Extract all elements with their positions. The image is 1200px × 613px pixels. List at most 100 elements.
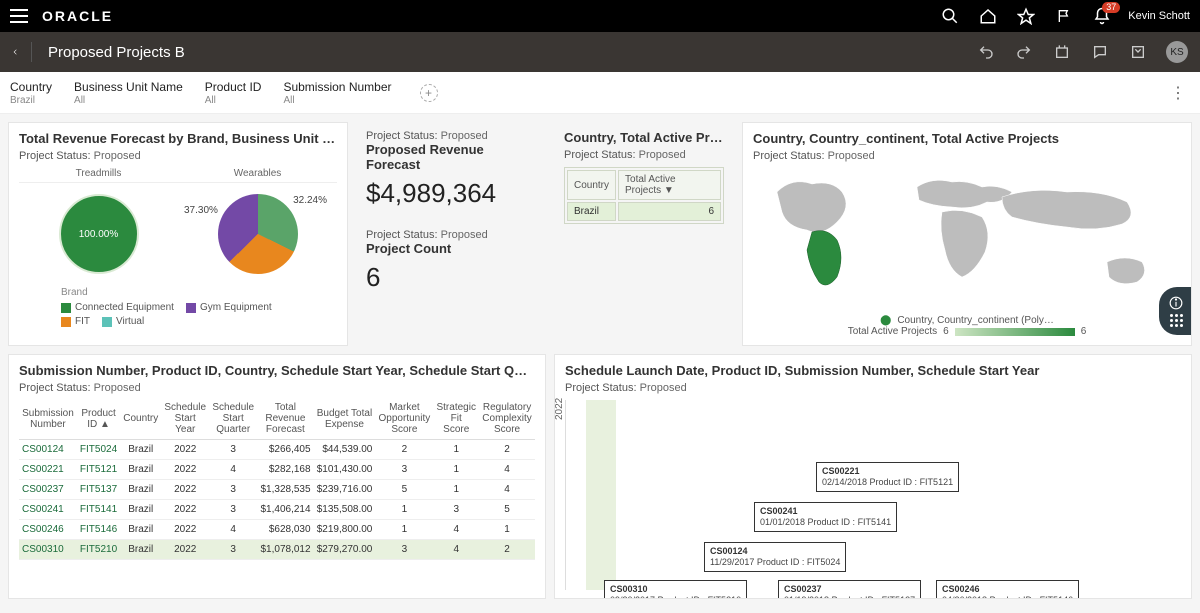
filter-label: Country — [10, 80, 52, 94]
table-row[interactable]: CS00241FIT5141Brazil20223$1,406,214$135,… — [19, 500, 535, 520]
table-cell: 5 — [375, 480, 433, 500]
table-cell: 1 — [433, 460, 479, 480]
table-cell: 2022 — [161, 540, 209, 560]
table-cell: 3 — [375, 540, 433, 560]
table-cell: 2022 — [161, 520, 209, 540]
comment-icon[interactable] — [1090, 42, 1110, 62]
username-label[interactable]: Kevin Schott — [1128, 10, 1190, 22]
kebab-menu-icon[interactable]: ⋮ — [1170, 83, 1186, 103]
project-status: Project Status: Proposed — [565, 382, 1181, 394]
table-cell: $266,405 — [257, 440, 313, 460]
legend-title: Brand — [61, 287, 337, 298]
data-table-card: Submission Number, Product ID, Country, … — [8, 354, 546, 599]
redo-icon[interactable] — [1014, 42, 1034, 62]
table-cell: 1 — [433, 480, 479, 500]
table-row[interactable]: CS00246FIT5146Brazil20224$628,030$219,80… — [19, 520, 535, 540]
table-cell: 4 — [479, 460, 535, 480]
pie-slice-label: 37.30% — [184, 205, 218, 216]
gantt-task-box[interactable]: CS0022102/14/2018 Product ID : FIT5121 — [816, 462, 959, 492]
table-header[interactable]: Schedule Start Quarter — [209, 398, 257, 440]
table-row[interactable]: CS00237FIT5137Brazil20223$1,328,535$239,… — [19, 480, 535, 500]
legend-item: Virtual — [102, 316, 144, 327]
table-cell: $101,430.00 — [314, 460, 376, 480]
present-icon[interactable] — [1128, 42, 1148, 62]
page-header: Proposed Projects B KS — [0, 32, 1200, 72]
gantt-task-box[interactable]: CS0023701/19/2018 Product ID : FIT5137 — [778, 580, 921, 599]
gantt-task-box[interactable]: CS0012411/29/2017 Product ID : FIT5024 — [704, 542, 846, 572]
gantt-year-label: 2022 — [554, 398, 565, 420]
flag-icon[interactable] — [1054, 6, 1074, 26]
table-header[interactable]: Country — [120, 398, 161, 440]
gantt-task-box[interactable]: CS0031009/30/2017 Product ID : FIT5210 — [604, 580, 747, 599]
map-legend-scale: Total Active Projects 6 6 — [753, 326, 1181, 337]
search-icon[interactable] — [940, 6, 960, 26]
table-header[interactable]: Market Opportunity Score — [375, 398, 433, 440]
table-cell: 3 — [209, 440, 257, 460]
table-cell: FIT5141 — [77, 500, 120, 520]
table-header[interactable]: Total Revenue Forecast — [257, 398, 313, 440]
table-cell: $219,800.00 — [314, 520, 376, 540]
undo-icon[interactable] — [976, 42, 996, 62]
table-cell[interactable]: 6 — [618, 202, 721, 221]
card-title: Country, Country_continent, Total Active… — [753, 131, 1181, 146]
table-cell: FIT5137 — [77, 480, 120, 500]
active-projects-table[interactable]: CountryTotal Active Projects ▼ Brazil6 — [564, 167, 724, 224]
gantt-task-box[interactable]: CS0024101/01/2018 Product ID : FIT5141 — [754, 502, 897, 532]
star-icon[interactable] — [1016, 6, 1036, 26]
info-floating-button[interactable] — [1159, 287, 1192, 335]
table-cell: $44,539.00 — [314, 440, 376, 460]
table-row[interactable]: CS00124FIT5024Brazil20223$266,405$44,539… — [19, 440, 535, 460]
table-header[interactable]: Regulatory Complexity Score — [479, 398, 535, 440]
gantt-chart[interactable]: 2022 CS0022102/14/2018 Product ID : FIT5… — [565, 400, 1181, 590]
table-cell[interactable]: Brazil — [567, 202, 616, 221]
home-icon[interactable] — [978, 6, 998, 26]
table-header[interactable]: Country — [567, 170, 616, 200]
table-header[interactable]: Total Active Projects ▼ — [618, 170, 721, 200]
filter-bar: Country Brazil Business Unit Name All Pr… — [0, 72, 1200, 114]
table-row[interactable]: CS00221FIT5121Brazil20224$282,168$101,43… — [19, 460, 535, 480]
filter-business-unit[interactable]: Business Unit Name All — [74, 80, 183, 106]
table-cell: FIT5210 — [77, 540, 120, 560]
filter-submission-number[interactable]: Submission Number All — [283, 80, 391, 106]
table-cell: 4 — [209, 520, 257, 540]
table-cell: FIT5024 — [77, 440, 120, 460]
table-cell: 5 — [479, 500, 535, 520]
treadmills-pie[interactable]: 100.00% — [59, 194, 139, 274]
map-legend: ⬤ Country, Country_continent (Poly… — [753, 315, 1181, 326]
filter-value: All — [74, 95, 183, 106]
card-title: Country, Total Active Projects — [564, 130, 724, 145]
legend-item: FIT — [61, 316, 90, 327]
table-header[interactable]: Submission Number — [19, 398, 77, 440]
bell-icon[interactable]: 37 — [1092, 6, 1112, 26]
table-cell: 2022 — [161, 500, 209, 520]
table-header[interactable]: Strategic Fit Score — [433, 398, 479, 440]
filter-product-id[interactable]: Product ID All — [205, 80, 262, 106]
user-avatar[interactable]: KS — [1166, 41, 1188, 63]
table-cell: Brazil — [120, 540, 161, 560]
export-icon[interactable] — [1052, 42, 1072, 62]
table-cell: 2022 — [161, 460, 209, 480]
projects-table[interactable]: Submission Number Product ID ▲ Country S… — [19, 398, 535, 560]
notification-badge: 37 — [1102, 2, 1120, 13]
filter-value: All — [205, 95, 262, 106]
world-map[interactable] — [753, 162, 1181, 312]
add-filter-button[interactable]: + — [420, 84, 438, 102]
gantt-card: Schedule Launch Date, Product ID, Submis… — [554, 354, 1192, 599]
global-header: ORACLE 37 Kevin Schott — [0, 0, 1200, 32]
back-button[interactable] — [12, 42, 32, 62]
table-cell: 3 — [375, 460, 433, 480]
table-cell: CS00241 — [19, 500, 77, 520]
gantt-task-box[interactable]: CS0024604/26/2018 Product ID : FIT5146 — [936, 580, 1079, 599]
table-header[interactable]: Schedule Start Year — [161, 398, 209, 440]
table-header[interactable]: Product ID ▲ — [77, 398, 120, 440]
wearables-pie[interactable] — [218, 194, 298, 274]
table-cell: $135,508.00 — [314, 500, 376, 520]
project-status: Project Status: Proposed — [19, 382, 535, 394]
table-cell: CS00246 — [19, 520, 77, 540]
filter-country[interactable]: Country Brazil — [10, 80, 52, 106]
table-cell: 3 — [209, 480, 257, 500]
hamburger-menu-icon[interactable] — [10, 9, 28, 23]
page-title: Proposed Projects B — [48, 44, 185, 61]
table-row[interactable]: CS00310FIT5210Brazil20223$1,078,012$279,… — [19, 540, 535, 560]
table-header[interactable]: Budget Total Expense — [314, 398, 376, 440]
